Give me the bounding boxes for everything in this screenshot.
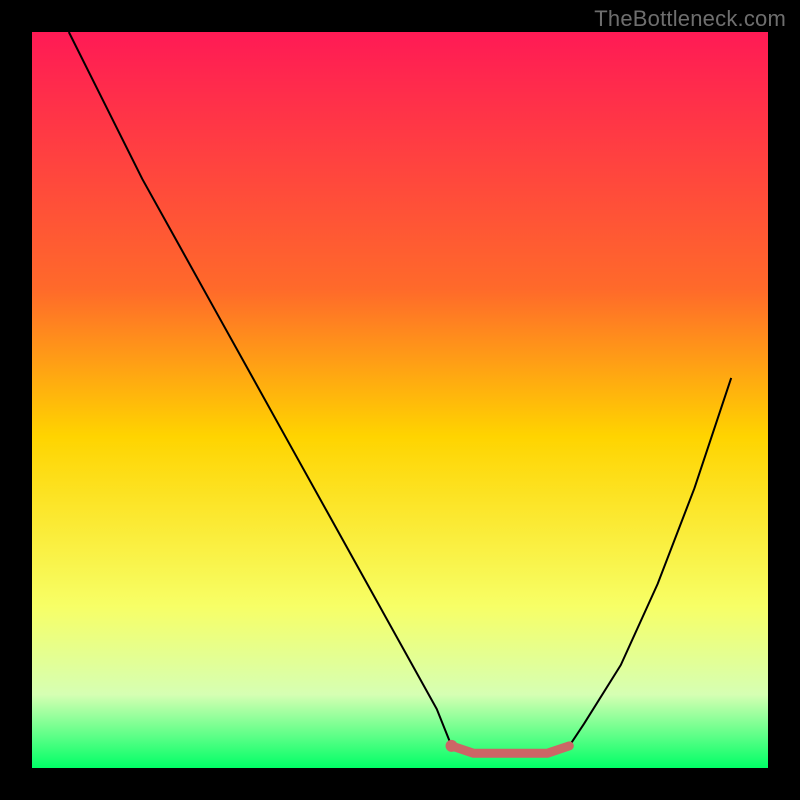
watermark-text: TheBottleneck.com [594,6,786,32]
optimal-left-dot [446,740,458,752]
chart-svg [0,0,800,800]
chart-container: TheBottleneck.com [0,0,800,800]
plot-background [32,32,768,768]
points-layer [446,740,458,752]
